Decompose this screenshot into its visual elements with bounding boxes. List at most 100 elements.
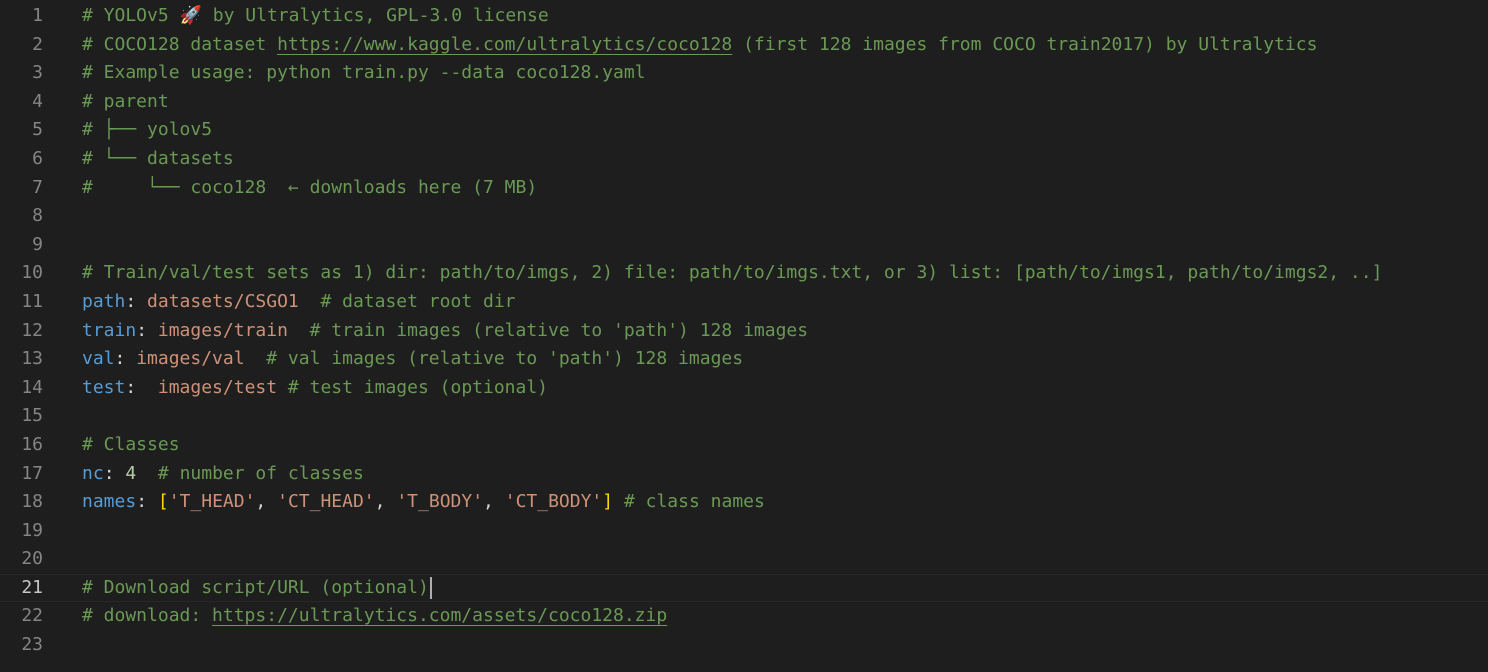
url-link[interactable]: https://www.kaggle.com/ultralytics/coco1…: [277, 34, 732, 55]
line-content[interactable]: # ├── yolov5: [82, 116, 1488, 145]
line-content[interactable]: # Train/val/test sets as 1) dir: path/to…: [82, 259, 1488, 288]
code-line[interactable]: 4 # parent: [0, 88, 1488, 117]
code-line[interactable]: 9: [0, 231, 1488, 260]
string-token: images/test: [157, 376, 278, 398]
comment-token: # val images (relative to 'path') 128 im…: [244, 348, 744, 370]
line-content[interactable]: # Example usage: python train.py --data …: [82, 59, 1488, 88]
line-number: 4: [32, 90, 43, 112]
code-line[interactable]: 19: [0, 517, 1488, 546]
code-line[interactable]: 12 train: images/train # train images (re…: [0, 317, 1488, 346]
line-content[interactable]: # └── coco128 ← downloads here (7 MB): [82, 174, 1488, 203]
code-line[interactable]: 23: [0, 631, 1488, 660]
string-token: 'CT_HEAD': [277, 491, 375, 513]
comment-token: # train images (relative to 'path') 128 …: [287, 319, 809, 341]
punctuation-token: :: [136, 491, 158, 513]
comment-token: # Train/val/test sets as 1) dir: path/to…: [82, 262, 1383, 284]
line-number: 12: [21, 319, 43, 341]
comment-token: # number of classes: [136, 462, 364, 484]
punctuation-token: :: [103, 462, 126, 484]
bracket-token: ]: [602, 491, 614, 513]
comment-token: # parent: [82, 90, 169, 112]
line-content[interactable]: # download: https://ultralytics.com/asse…: [82, 602, 1488, 631]
comment-token: # class names: [613, 491, 765, 513]
code-line[interactable]: 22 # download: https://ultralytics.com/as…: [0, 602, 1488, 631]
code-editor[interactable]: 1 # YOLOv5 🚀 by Ultralytics, GPL-3.0 lice…: [0, 0, 1488, 672]
key-token: train: [82, 319, 137, 341]
code-line[interactable]: 14 test: images/test # test images (optio…: [0, 374, 1488, 403]
punctuation-token: ,: [374, 491, 397, 513]
line-content[interactable]: names: ['T_HEAD', 'CT_HEAD', 'T_BODY', '…: [82, 488, 1488, 517]
key-token: names: [82, 491, 137, 513]
line-number: 1: [32, 5, 43, 26]
bracket-token: [: [157, 491, 169, 513]
comment-token: # └── coco128 ← downloads here (7 MB): [82, 176, 538, 198]
line-content[interactable]: val: images/val # val images (relative t…: [82, 345, 1488, 374]
line-number: 13: [21, 348, 43, 370]
code-line[interactable]: 18 names: ['T_HEAD', 'CT_HEAD', 'T_BODY',…: [0, 488, 1488, 517]
line-number: 14: [21, 376, 43, 398]
punctuation-token: :: [114, 348, 137, 370]
code-line[interactable]: 17 nc: 4 # number of classes: [0, 460, 1488, 489]
comment-token: # COCO128 dataset: [82, 33, 278, 55]
key-token: path: [82, 290, 126, 312]
line-number: 7: [32, 176, 43, 198]
text-cursor: [429, 576, 432, 599]
code-line[interactable]: 20: [0, 545, 1488, 574]
line-number: 5: [32, 119, 43, 141]
key-token: val: [82, 348, 115, 370]
string-token: datasets/CSGO1: [147, 290, 299, 312]
code-line[interactable]: 6 # └── datasets: [0, 145, 1488, 174]
line-number: 2: [32, 33, 43, 55]
code-line[interactable]: 11 path: datasets/CSGO1 # dataset root di…: [0, 288, 1488, 317]
line-number: 19: [21, 519, 43, 541]
line-number: 20: [21, 548, 43, 570]
line-content[interactable]: nc: 4 # number of classes: [82, 460, 1488, 489]
line-content[interactable]: train: images/train # train images (rela…: [82, 317, 1488, 346]
string-token: 'T_HEAD': [168, 491, 256, 513]
line-number: 21: [21, 576, 43, 598]
punctuation-token: :: [125, 290, 148, 312]
line-content[interactable]: test: images/test # test images (optiona…: [82, 374, 1488, 403]
line-number: 22: [21, 605, 43, 627]
comment-token: # YOLOv5 🚀 by Ultralytics, GPL-3.0 licen…: [82, 5, 549, 26]
code-line[interactable]: 13 val: images/val # val images (relative…: [0, 345, 1488, 374]
comment-token: # dataset root dir: [298, 290, 516, 312]
number-token: 4: [125, 462, 137, 484]
code-line[interactable]: 8: [0, 202, 1488, 231]
code-line[interactable]: 2 # COCO128 dataset https://www.kaggle.co…: [0, 31, 1488, 60]
code-line[interactable]: 16 # Classes: [0, 431, 1488, 460]
code-line[interactable]: 15: [0, 402, 1488, 431]
line-number: 10: [21, 262, 43, 284]
code-line[interactable]: 5 # ├── yolov5: [0, 116, 1488, 145]
line-number: 23: [21, 634, 43, 656]
line-content[interactable]: path: datasets/CSGO1 # dataset root dir: [82, 288, 1488, 317]
line-content[interactable]: # parent: [82, 88, 1488, 117]
line-content[interactable]: # COCO128 dataset https://www.kaggle.com…: [82, 31, 1488, 60]
line-content[interactable]: # YOLOv5 🚀 by Ultralytics, GPL-3.0 licen…: [82, 2, 1488, 31]
line-content[interactable]: # └── datasets: [82, 145, 1488, 174]
url-link[interactable]: https://ultralytics.com/assets/coco128.z…: [212, 605, 667, 626]
current-code-line[interactable]: 21 # Download script/URL (optional): [0, 573, 1488, 603]
key-token: test: [82, 376, 126, 398]
punctuation-token: :: [136, 319, 158, 341]
line-number: 6: [32, 147, 43, 169]
line-content[interactable]: # Download script/URL (optional): [82, 575, 1488, 602]
code-line[interactable]: 1 # YOLOv5 🚀 by Ultralytics, GPL-3.0 lice…: [0, 2, 1488, 31]
code-line[interactable]: 3 # Example usage: python train.py --data…: [0, 59, 1488, 88]
line-number: 18: [21, 491, 43, 513]
comment-token: (first 128 images from COCO train2017) b…: [732, 33, 1318, 55]
string-token: 'T_BODY': [396, 491, 484, 513]
line-number: 15: [21, 405, 43, 427]
line-number: 11: [21, 290, 43, 312]
code-line[interactable]: 10 # Train/val/test sets as 1) dir: path/…: [0, 259, 1488, 288]
comment-token: # └── datasets: [82, 147, 234, 169]
punctuation-token: ,: [255, 491, 278, 513]
code-line[interactable]: 7 # └── coco128 ← downloads here (7 MB): [0, 174, 1488, 203]
string-token: images/val: [136, 348, 245, 370]
line-number: 9: [32, 233, 43, 255]
line-number: 17: [21, 462, 43, 484]
string-token: 'CT_BODY': [504, 491, 603, 513]
comment-token: # test images (optional): [277, 376, 549, 398]
comment-token: # Example usage: python train.py --data …: [82, 62, 646, 84]
line-content[interactable]: # Classes: [82, 431, 1488, 460]
